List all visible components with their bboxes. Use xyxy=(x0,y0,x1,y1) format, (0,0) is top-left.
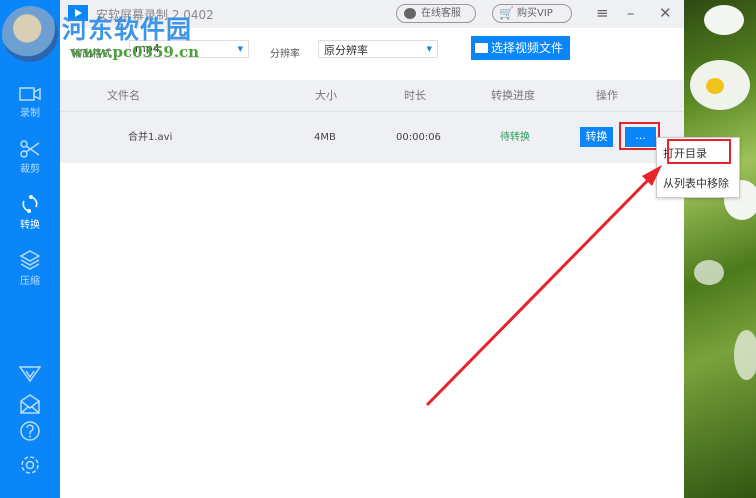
watermark-text: 河东软件园 xyxy=(62,15,193,44)
annotation-arrow xyxy=(425,165,662,407)
watermark-url: www.pc0359.cn xyxy=(70,43,200,61)
watermark-logo xyxy=(2,6,58,62)
